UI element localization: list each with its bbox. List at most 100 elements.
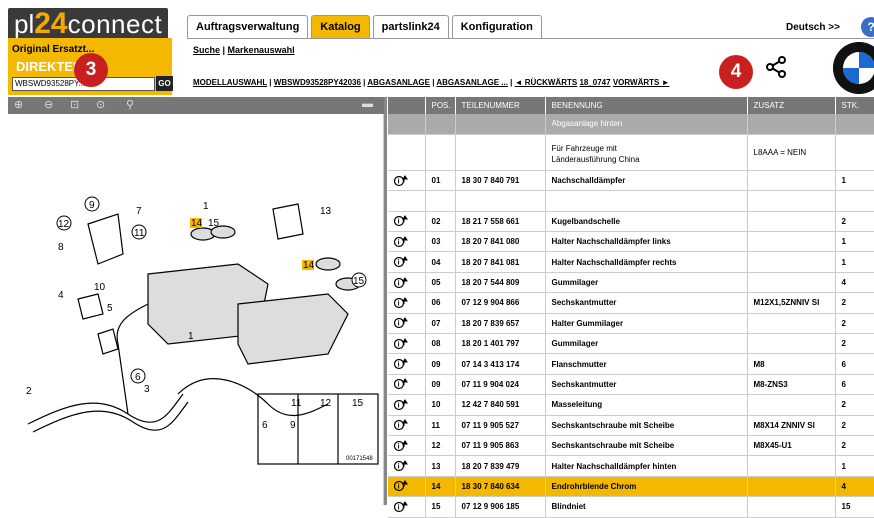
row-part-number[interactable]: 18 20 7 839 657	[455, 313, 546, 335]
main-tabs: Auftragsverwaltung Katalog partslink24 K…	[187, 15, 542, 38]
brand-selection-link[interactable]: Markenauswahl	[228, 45, 295, 55]
col-benennung[interactable]: BENENNUNG	[545, 97, 748, 114]
callout-10: 10	[94, 282, 106, 293]
row-part-number[interactable]: 07 11 9 904 024	[455, 374, 546, 396]
col-zusatz[interactable]: ZUSATZ	[747, 97, 836, 114]
table-row[interactable]: i 10 12 42 7 840 591 Masseleitung 2	[388, 394, 874, 416]
table-row[interactable]: i 15 07 12 9 906 185 Blindniet 15	[388, 496, 874, 518]
callout-15-right: 15	[353, 276, 365, 287]
table-row[interactable]: i 09 07 14 3 413 174 Flanschmutter M8 6	[388, 353, 874, 375]
row-part-number[interactable]: 07 11 9 905 527	[455, 415, 546, 436]
zoom-100-icon[interactable]: ⊙	[96, 98, 105, 111]
info-cart-icon[interactable]: i	[388, 211, 426, 233]
info-cart-icon[interactable]: i	[388, 394, 426, 416]
table-row[interactable]: i 14 18 30 7 840 634 Endrohrblende Chrom 4	[388, 476, 874, 498]
table-row[interactable]: i 08 18 20 1 401 797 Gummilager 2	[388, 333, 874, 355]
table-row[interactable]: i 05 18 20 7 544 809 Gummilager 4	[388, 272, 874, 294]
info-cart-icon[interactable]: i	[388, 313, 426, 335]
row-part-number[interactable]: 18 20 7 841 081	[455, 251, 546, 273]
crumb-forward[interactable]: VORWÄRTS ►	[613, 78, 670, 87]
panel-divider[interactable]	[384, 97, 387, 505]
table-row[interactable]: i 09 07 11 9 904 024 Sechskantmutter M8-ZNS3…	[388, 374, 874, 396]
callout-1-mid: 1	[188, 331, 194, 342]
row-part-number[interactable]: 12 42 7 840 591	[455, 394, 546, 416]
row-zusatz	[747, 496, 836, 518]
row-part-number[interactable]: 18 20 1 401 797	[455, 333, 546, 355]
info-cart-icon[interactable]: i	[388, 455, 426, 477]
crumb-group1[interactable]: ABGASANLAGE	[367, 78, 430, 87]
tab-partslink24[interactable]: partslink24	[372, 15, 449, 38]
row-qty: 6	[835, 353, 874, 375]
info-cart-icon[interactable]: i	[388, 170, 426, 192]
tab-auftragsverwaltung[interactable]: Auftragsverwaltung	[187, 15, 309, 38]
row-zusatz	[747, 333, 836, 355]
row-name: Sechskantmutter	[545, 374, 748, 396]
row-name: Blindniet	[545, 496, 748, 518]
info-cart-icon[interactable]: i	[388, 374, 426, 396]
row-part-number[interactable]: 07 12 9 906 185	[455, 496, 546, 518]
info-cart-icon[interactable]: i	[388, 272, 426, 294]
row-part-number[interactable]: 07 11 9 905 863	[455, 435, 546, 457]
zoom-fit-icon[interactable]: ⊡	[70, 98, 79, 111]
svg-text:i: i	[398, 219, 400, 226]
table-row[interactable]: i 04 18 20 7 841 081 Halter Nachschalldämpf…	[388, 251, 874, 273]
table-row[interactable]: i 06 07 12 9 904 866 Sechskantmutter M12X1,5…	[388, 292, 874, 314]
row-pos: 02	[425, 211, 456, 233]
crumb-group2[interactable]: ABGASANLAGE ...	[436, 78, 508, 87]
crumb-model[interactable]: MODELLAUSWAHL	[193, 78, 267, 87]
info-cart-icon[interactable]: i	[388, 231, 426, 253]
callout-9: 9	[89, 200, 95, 211]
info-cart-icon[interactable]: i	[388, 496, 426, 518]
crumb-vin[interactable]: WBSWD93528PY42036	[274, 78, 361, 87]
svg-text:i: i	[398, 321, 400, 328]
col-action	[388, 97, 426, 114]
go-button[interactable]: GO	[156, 76, 173, 91]
info-cart-icon[interactable]: i	[388, 333, 426, 355]
info-cart-icon[interactable]: i	[388, 476, 426, 498]
table-row[interactable]: i 13 18 20 7 839 479 Halter Nachschalldämpf…	[388, 455, 874, 477]
tab-konfiguration[interactable]: Konfiguration	[451, 15, 542, 38]
info-cart-icon[interactable]: i	[388, 353, 426, 375]
callout-2: 2	[26, 386, 32, 397]
callout-3: 3	[144, 384, 150, 395]
inset-label-15: 15	[352, 398, 364, 409]
table-row[interactable]: i 07 18 20 7 839 657 Halter Gummilager 2	[388, 313, 874, 335]
row-part-number[interactable]: 07 14 3 413 174	[455, 353, 546, 375]
table-row[interactable]: i 03 18 20 7 841 080 Halter Nachschalldämpf…	[388, 231, 874, 253]
help-icon[interactable]: ?	[861, 17, 874, 37]
search-link[interactable]: Suche	[193, 45, 220, 55]
table-row[interactable]: i 12 07 11 9 905 863 Sechskantschraube mit …	[388, 435, 874, 457]
row-part-number[interactable]: 18 20 7 544 809	[455, 272, 546, 294]
crumb-back[interactable]: ◄ RÜCKWÄRTS	[515, 78, 578, 87]
row-part-number[interactable]: 18 20 7 839 479	[455, 455, 546, 477]
info-cart-icon[interactable]: i	[388, 292, 426, 314]
row-part-number[interactable]: 18 21 7 558 661	[455, 211, 546, 233]
zoom-in-icon[interactable]: ⊕	[14, 98, 23, 111]
row-zusatz	[747, 251, 836, 273]
col-teilenummer[interactable]: TEILENUMMER	[455, 97, 546, 114]
zoom-out-icon[interactable]: ⊖	[44, 98, 53, 111]
language-selector[interactable]: Deutsch >>	[786, 22, 840, 33]
table-row[interactable]: i 02 18 21 7 558 661 Kugelbandschelle 2	[388, 211, 874, 233]
exploded-diagram[interactable]: 9 7 1 15 14 13 12 11 8 10 4 5 6 1 14 15 …	[8, 114, 384, 505]
search-icon[interactable]: ⚲	[126, 98, 134, 111]
info-cart-icon[interactable]: i	[388, 435, 426, 457]
share-icon[interactable]	[764, 55, 788, 79]
table-row[interactable]: i 01 18 30 7 840 791 Nachschalldämpfer 1	[388, 170, 874, 192]
table-row[interactable]: i 11 07 11 9 905 527 Sechskantschraube mit …	[388, 415, 874, 436]
col-pos[interactable]: POS.	[425, 97, 456, 114]
row-part-number[interactable]: 18 30 7 840 634	[455, 476, 546, 498]
tab-katalog[interactable]: Katalog	[311, 15, 370, 38]
row-part-number[interactable]: 07 12 9 904 866	[455, 292, 546, 314]
row-part-number[interactable]: 18 30 7 840 791	[455, 170, 546, 192]
original-label: Original Ersatzt...	[12, 44, 95, 55]
car-icon[interactable]: ▬	[362, 98, 373, 110]
note-line-1: Für Fahrzeuge mit	[551, 144, 617, 154]
col-stk[interactable]: STK.	[835, 97, 874, 114]
info-cart-icon[interactable]: i	[388, 251, 426, 273]
svg-text:i: i	[398, 260, 400, 267]
row-part-number[interactable]: 18 20 7 841 080	[455, 231, 546, 253]
crumb-ref[interactable]: 18_0747	[579, 78, 610, 87]
info-cart-icon[interactable]: i	[388, 415, 426, 436]
row-pos: 06	[425, 292, 456, 314]
